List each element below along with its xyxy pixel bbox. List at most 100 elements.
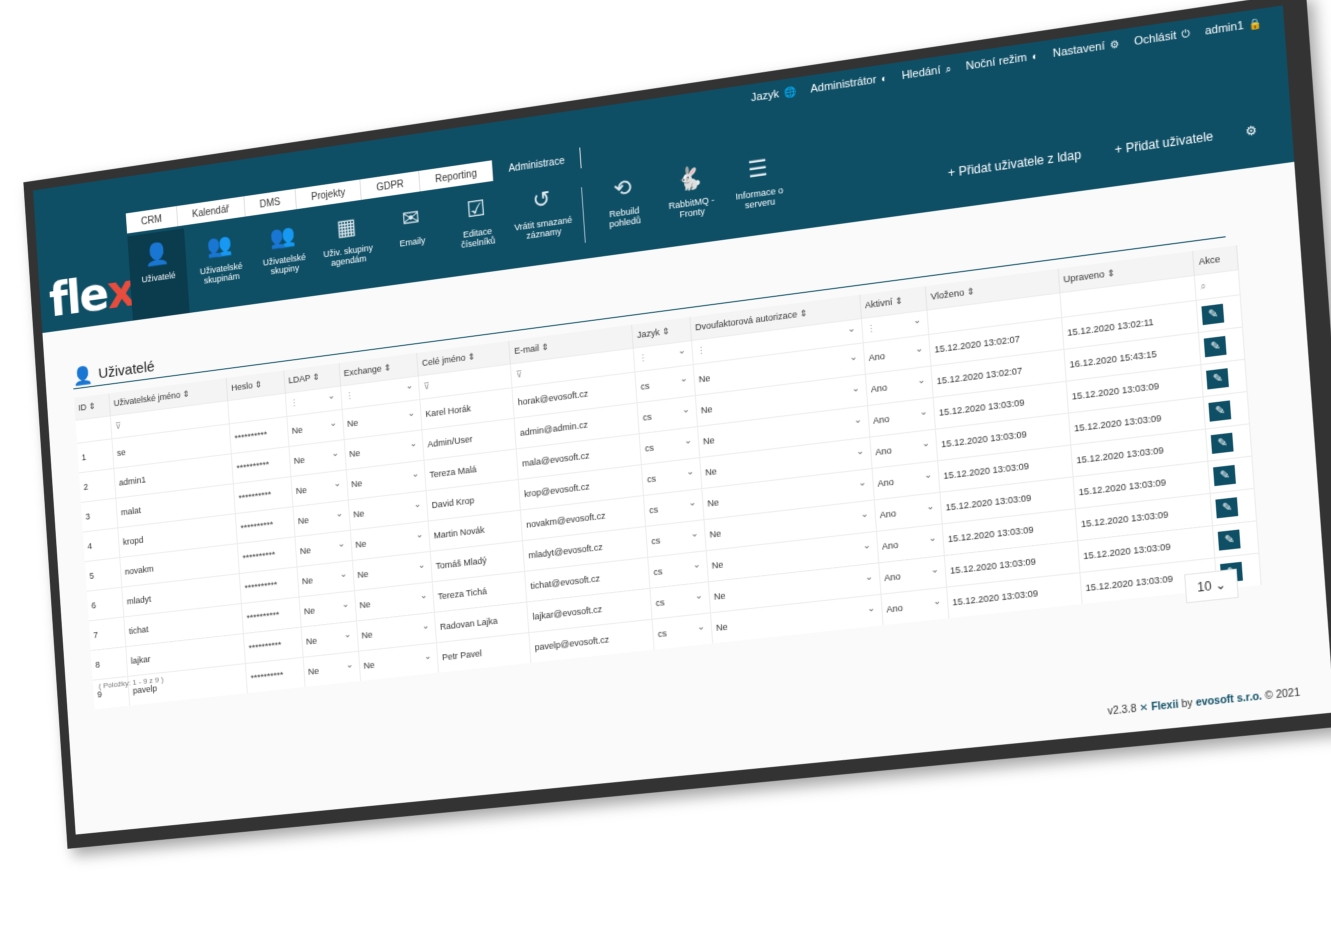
edit-icon[interactable]: ✎ [1211, 432, 1235, 454]
footer-brand: Flexii [1150, 699, 1179, 714]
cell-id: 3 [80, 498, 118, 533]
cell-value: 15.12.2020 13:03:09 [1080, 509, 1169, 530]
subnav-item[interactable]: ⟲ Rebuild pohledů [591, 161, 658, 257]
subnav-item[interactable]: 🐇 RabbitMQ - Fronty [657, 152, 725, 249]
column-header-label: Heslo [231, 380, 253, 393]
sort-icon: ⇕ [179, 388, 190, 400]
edit-icon[interactable]: ✎ [1204, 335, 1228, 358]
cell-value: Ne [355, 532, 425, 550]
cell-value: 7 [93, 630, 99, 641]
cell-value: 3 [85, 511, 91, 522]
subnav-item[interactable]: 👥 Uživatelské skupiny [252, 210, 316, 303]
scene: Jazyk 🌐 Administrátor ◐ Hledání ⌕ Noční rež… [0, 0, 1331, 945]
cell-value: Ne [361, 623, 431, 641]
subnav-label: Uživatelé [141, 270, 176, 285]
cell-value: Ne [302, 571, 350, 586]
history-icon: ↺ [531, 185, 552, 214]
cell-value: Tereza Malá [429, 464, 477, 480]
cell-value: mladyt@evosoft.cz [528, 542, 603, 561]
search-icon: ⌕ [942, 63, 952, 77]
cell-value: cs [642, 407, 692, 423]
sort-icon: ⇕ [963, 285, 976, 298]
users-gear-icon: 👥 [206, 231, 234, 259]
cell-id: 8 [90, 646, 128, 681]
cell-value: Ne [716, 605, 878, 633]
cell-value: 2 [83, 481, 89, 492]
cell-value: admin@admin.cz [519, 419, 589, 438]
cell-value: cs [645, 438, 695, 454]
subnav-label: Uživatelské skupinám [199, 260, 243, 286]
subnav-label: Uživ. skupiny agendám [323, 242, 374, 268]
version-text: v2.3.8 [1107, 703, 1137, 718]
cell-value: Ano [871, 377, 928, 394]
cell-actions: ✎ [1212, 520, 1259, 558]
sort-icon: ⇕ [796, 307, 808, 320]
footer: v2.3.8 ✕ Flexii by evosoft s.r.o. © 2021 [1107, 687, 1300, 717]
filter-select-control: ⋮ [290, 393, 338, 410]
column-header-label: Akce [1198, 253, 1221, 267]
edit-icon[interactable]: ✎ [1213, 464, 1237, 487]
subnav-label: Informace o serveru [735, 185, 784, 211]
subnav-label: Emaily [399, 235, 426, 249]
cell-value: ********** [234, 429, 268, 444]
subnav-item[interactable]: 👥 Uživatelské skupinám [190, 219, 253, 312]
cell-value: Radovan Lajka [439, 615, 498, 632]
cell-value: 15.12.2020 13:03:09 [952, 588, 1039, 608]
page-size-select[interactable]: 10 ⌄ [1184, 568, 1239, 604]
subnav-item[interactable]: ✉ Emaily [380, 192, 445, 286]
cell-value: Ne [351, 471, 421, 489]
cell-value: Ano [886, 598, 943, 615]
cell-value: 15.12.2020 13:03:09 [1082, 541, 1172, 562]
cell-value: cs [655, 593, 705, 608]
cell-active[interactable]: Ano [880, 587, 949, 626]
cell-value: cs [651, 531, 701, 546]
cell-value: ********** [248, 639, 282, 653]
cell-value: Ano [873, 409, 930, 426]
subnav-item[interactable]: ↺ Vrátit smazané záznamy [510, 173, 576, 268]
cell-value: Ano [868, 346, 925, 363]
cell-value: Ne [359, 593, 429, 610]
edit-icon[interactable]: ✎ [1218, 529, 1242, 551]
globe-icon: 🌐 [780, 86, 797, 100]
rebuild-icon: ⟲ [612, 174, 633, 202]
cell-value: cs [649, 500, 699, 515]
monitor-screen: Jazyk 🌐 Administrátor ◐ Hledání ⌕ Noční rež… [23, 0, 1331, 849]
edit-icon[interactable]: ✎ [1208, 400, 1232, 422]
cell-value: ********** [250, 669, 284, 683]
cell-value: 15.12.2020 13:03:09 [947, 524, 1034, 545]
cell-value: 15.12.2020 13:03:09 [940, 429, 1028, 450]
cell-value: 15.12.2020 13:03:09 [938, 397, 1025, 418]
cell-value: 16.12.2020 15:43:15 [1069, 348, 1158, 370]
edit-icon[interactable]: ✎ [1215, 497, 1239, 519]
cell-value: cs [653, 562, 703, 577]
envelope-icon: ✉ [401, 204, 421, 232]
subnav-item[interactable]: ☰ Informace o serveru [725, 142, 793, 239]
cell-value: Ne [353, 501, 423, 519]
footer-company[interactable]: evosoft s.r.o. [1195, 691, 1262, 709]
subnav-label: Vrátit smazané záznamy [513, 214, 573, 241]
column-header-label: E-mail [513, 342, 540, 357]
user-gear-icon: 👤 [71, 364, 94, 387]
rabbit-icon: 🐇 [675, 164, 705, 193]
power-icon: ⏻ [1178, 28, 1191, 42]
cell-value: 5 [89, 570, 95, 581]
edit-icon[interactable]: ✎ [1201, 303, 1225, 326]
cell-value: Admin/User [427, 433, 473, 450]
sort-icon: ⇕ [309, 371, 321, 383]
cell-value: Tereza Tichá [437, 586, 488, 602]
cell-id: 1 [77, 438, 114, 473]
filter-select-control: ⋮ [866, 317, 923, 335]
settings-button[interactable]: ⚙ [1231, 110, 1272, 152]
subnav-item[interactable]: ☑ Editace číselníků [445, 182, 511, 277]
toggle-icon: ◐ [877, 73, 888, 86]
cell-ldap[interactable]: Ne [302, 651, 361, 687]
edit-icon[interactable]: ✎ [1206, 368, 1230, 390]
column-header-label: Vloženo [930, 287, 965, 302]
filter-select-control: ⋮ [638, 348, 688, 365]
cell-value: cs [640, 376, 690, 392]
subnav-item[interactable]: ▦ Uživ. skupiny agendám [316, 201, 380, 295]
cell-id: 6 [86, 587, 124, 621]
cell-value: mala@evosoft.cz [521, 450, 590, 469]
cell-lang[interactable]: cs [652, 612, 713, 650]
subnav-item[interactable]: 👤 Uživatelé [127, 228, 190, 321]
